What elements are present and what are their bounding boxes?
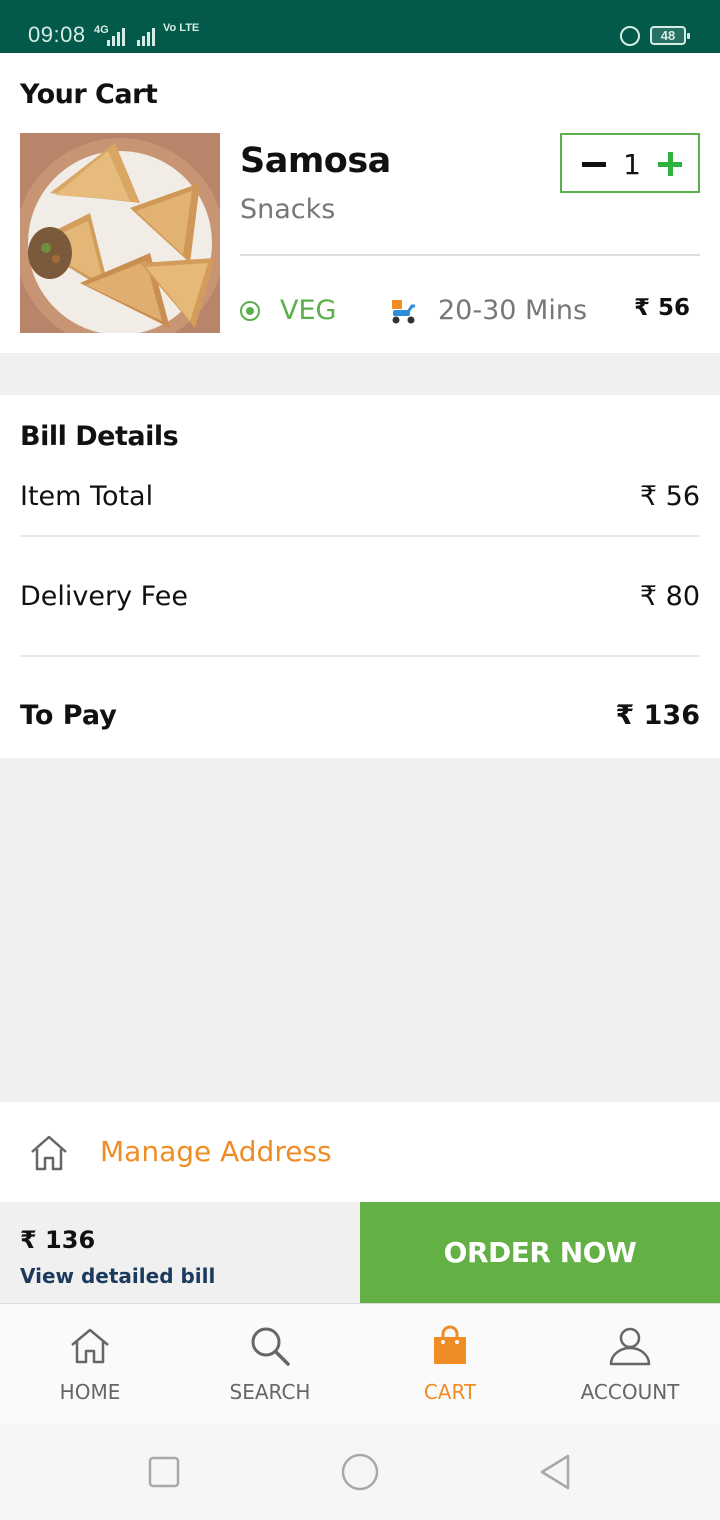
increase-quantity-button[interactable] <box>658 152 682 176</box>
system-nav-bar <box>0 1424 720 1520</box>
item-image <box>20 133 220 333</box>
battery-icon: 48 <box>650 26 690 45</box>
home-icon <box>31 1135 67 1171</box>
veg-indicator-icon <box>240 301 260 321</box>
signal-icon <box>107 28 125 46</box>
delivery-fee-label: Delivery Fee <box>20 581 188 612</box>
search-icon <box>251 1327 290 1366</box>
nav-cart-label: CART <box>423 1380 477 1404</box>
signal-icon-2 <box>137 28 155 46</box>
recent-apps-button[interactable] <box>144 1452 184 1492</box>
nav-home-label: HOME <box>59 1380 121 1404</box>
item-total-label: Item Total <box>20 481 154 512</box>
to-pay-label: To Pay <box>20 700 117 731</box>
bill-details-section: Bill Details Item Total ₹ 56 Delivery Fe… <box>0 395 720 758</box>
to-pay-value: ₹ 136 <box>615 700 700 731</box>
nav-search[interactable]: SEARCH <box>180 1304 360 1425</box>
order-summary: ₹ 136 View detailed bill <box>0 1202 360 1303</box>
nav-account-label: ACCOUNT <box>580 1380 680 1404</box>
order-bar: ₹ 136 View detailed bill ORDER NOW <box>0 1202 720 1303</box>
nav-home[interactable]: HOME <box>0 1304 180 1425</box>
delivery-fee-value: ₹ 80 <box>639 581 700 612</box>
view-detailed-bill-link[interactable]: View detailed bill <box>20 1264 215 1288</box>
delivery-time: 20-30 Mins <box>438 295 588 326</box>
bill-divider <box>20 535 700 537</box>
item-total-value: ₹ 56 <box>639 481 700 512</box>
item-name: Samosa <box>240 141 391 181</box>
status-bar: 09:08 4G Vo LTE 48 <box>0 0 720 53</box>
veg-label: VEG <box>280 295 337 326</box>
shopping-bag-icon <box>434 1325 466 1364</box>
nav-account[interactable]: ACCOUNT <box>540 1304 720 1425</box>
volte-indicator: Vo LTE <box>163 22 200 34</box>
cart-section: Your Cart Samosa Snacks 1 VEG 20-30 Mins… <box>0 53 720 353</box>
item-category: Snacks <box>240 194 336 225</box>
manage-address-link[interactable]: Manage Address <box>100 1135 332 1168</box>
bill-title: Bill Details <box>20 421 179 452</box>
nav-search-label: SEARCH <box>229 1380 311 1404</box>
order-now-button[interactable]: ORDER NOW <box>360 1202 720 1303</box>
bottom-nav: HOME SEARCH CART ACCOUNT <box>0 1303 720 1424</box>
home-button[interactable] <box>340 1452 380 1492</box>
nav-cart[interactable]: CART <box>360 1304 540 1425</box>
order-total: ₹ 136 <box>20 1226 96 1254</box>
decrease-quantity-button[interactable] <box>582 162 606 167</box>
quantity-value: 1 <box>623 148 641 181</box>
rotation-lock-icon <box>620 26 640 46</box>
delivery-scooter-icon <box>392 300 415 324</box>
cart-title: Your Cart <box>20 79 158 110</box>
home-icon <box>71 1328 109 1364</box>
user-icon <box>609 1327 651 1366</box>
back-button[interactable] <box>536 1452 576 1492</box>
bill-divider <box>20 655 700 657</box>
item-divider <box>240 254 700 256</box>
manage-address-row[interactable]: Manage Address <box>0 1102 720 1202</box>
item-price: ₹ 56 <box>633 295 690 321</box>
status-time: 09:08 <box>28 22 86 47</box>
quantity-stepper: 1 <box>560 133 700 193</box>
